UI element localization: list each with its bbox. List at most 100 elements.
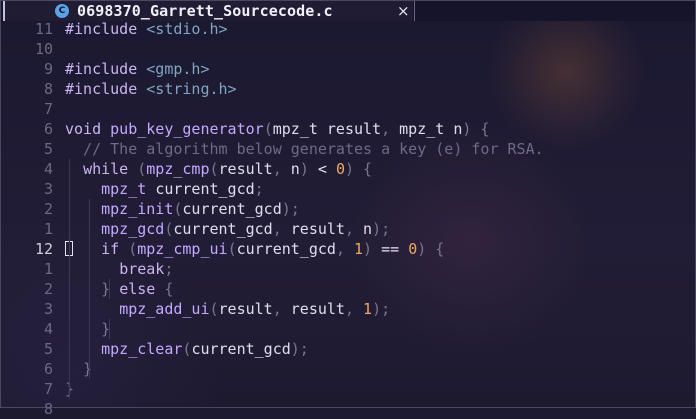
code-token: ) [363,240,382,258]
code-token: } [101,280,120,298]
code-token: , [272,160,291,178]
line-source: mpz_add_ui(result, result, 1); [65,299,390,319]
code-token: , [344,220,364,238]
line-source: #include <string.h> [65,79,237,99]
code-line[interactable]: 4 while (mpz_cmp(result, n) < 0) { [1,159,695,179]
code-token: mpz_clear [101,340,183,358]
line-source: mpz_init(current_gcd); [65,199,300,219]
code-token: result [218,300,273,318]
code-line[interactable]: 5 // The algorithm below generates a key… [1,139,695,159]
code-line[interactable]: 7} [1,379,695,399]
code-line[interactable]: 1 mpz_gcd(current_gcd, result, n); [1,219,695,239]
line-number: 11 [34,20,53,38]
code-token: ( [209,300,219,318]
code-token: ( [128,240,138,258]
code-token: #include [65,20,147,38]
code-token: 0 [335,160,345,178]
code-line[interactable]: 2 } else { [1,279,695,299]
line-number: 9 [43,60,53,78]
code-line[interactable]: 4 } [1,319,695,339]
code-token: } [83,360,93,378]
code-line[interactable]: 9 #include <gmp.h> [1,59,695,79]
code-token: break [119,260,165,278]
code-token: ; [254,180,264,198]
code-token: , [335,240,354,258]
line-source: while (mpz_cmp(result, n) < 0) { [65,159,372,179]
indent-guide [89,199,90,379]
tab-file[interactable]: C 0698370_Garrett_Sourcecode.c × [5,1,413,21]
code-token: ); [290,340,309,358]
code-token: mpz_init [101,200,174,218]
code-token: current_gcd [155,180,255,198]
code-line[interactable]: 6 void pub_key_generator(mpz_t result, mp… [1,119,695,139]
code-token: <stdio.h> [146,20,228,38]
code-token: ; [164,260,174,278]
editor-window: C 0698370_Garrett_Sourcecode.c × 11 #incl… [0,0,696,418]
code-token: == [381,240,409,258]
line-number: 3 [43,300,53,318]
code-token: ); [372,300,391,318]
close-icon[interactable]: × [397,2,410,20]
line-source: // The algorithm below generates a key (… [65,139,544,159]
line-source: void pub_key_generator(mpz_t result, mpz… [65,119,489,139]
line-number: 1 [43,220,53,238]
code-token: result [290,220,345,238]
line-number: 7 [43,380,53,398]
code-line[interactable]: 2 mpz_init(current_gcd); [1,199,695,219]
code-token: 0 [408,240,418,258]
code-token: pub_key_generator [110,120,264,138]
tab-separator [414,1,415,21]
code-token: mpz_cmp_ui [137,240,228,258]
code-line[interactable]: 8 [1,399,695,419]
code-token: , [272,300,291,318]
line-number: 3 [43,180,53,198]
code-line[interactable]: 11 #include <stdio.h> [1,19,695,39]
line-number: 12 [34,240,53,258]
code-token: 1 [363,300,373,318]
line-source: } else { [65,279,173,299]
code-token: <gmp.h> [146,60,210,78]
code-token: ); [281,200,300,218]
code-token: while [83,160,138,178]
code-token: ); [372,220,391,238]
code-token: // The algorithm below generates a key (… [83,140,544,158]
line-number: 1 [43,260,53,278]
code-area[interactable]: 11 #include <stdio.h> 10 9 #include <gmp.h> 8… [1,19,695,419]
code-token: ( [137,160,147,178]
code-token: ) { [462,120,490,138]
code-line[interactable]: 6 } [1,359,695,379]
code-line[interactable]: 8 #include <string.h> [1,79,695,99]
c-language-icon: C [55,4,69,18]
code-line[interactable]: 7 [1,99,695,119]
code-token: mpz_gcd [101,220,165,238]
code-line[interactable]: 3 mpz_t current_gcd; [1,179,695,199]
code-token: ) { [344,160,373,178]
code-line[interactable]: 1 break; [1,259,695,279]
code-token: , [272,220,291,238]
line-source: break; [65,259,173,279]
code-line-current[interactable]: 12 if (mpz_cmp_ui(current_gcd, 1) == 0) … [1,239,695,259]
code-line[interactable]: 3 mpz_add_ui(result, result, 1); [1,299,695,319]
code-token: void [65,120,111,138]
line-source: #include <gmp.h> [65,59,210,79]
code-token: { [164,280,174,298]
code-token: current_gcd [173,220,273,238]
line-number: 5 [43,340,53,358]
line-number: 10 [34,40,53,58]
code-line[interactable]: 10 [1,39,695,59]
line-source: mpz_t current_gcd; [65,179,264,199]
code-line[interactable]: 5 mpz_clear(current_gcd); [1,339,695,359]
code-token: , [344,300,364,318]
code-token: current_gcd [191,340,291,358]
code-token: #include [65,60,147,78]
code-token: < [317,160,336,178]
line-number: 2 [43,200,53,218]
code-token: ( [263,120,273,138]
